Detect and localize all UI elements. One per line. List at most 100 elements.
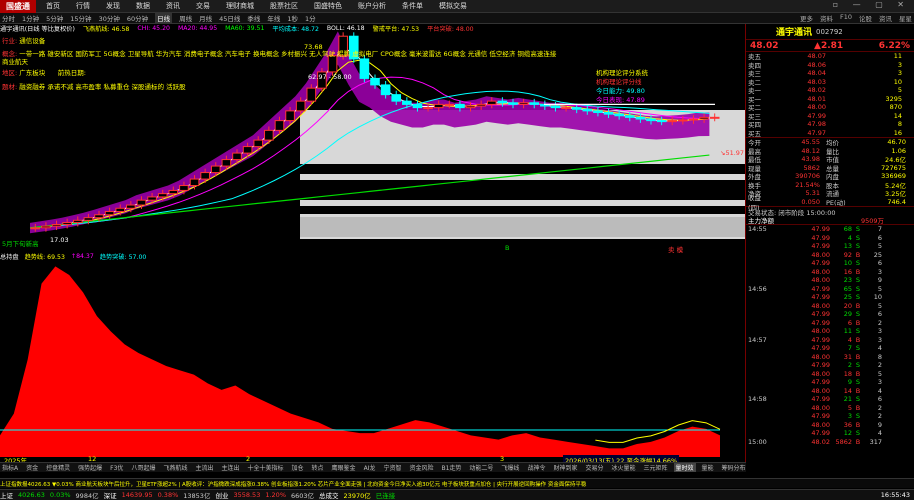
- orderbook-row: 卖三 48.04 3: [746, 69, 914, 78]
- tab-2[interactable]: 控盘精灵: [44, 463, 72, 472]
- menu-9[interactable]: 账户分析: [358, 1, 386, 11]
- orderbook-price: 48.06: [807, 60, 826, 69]
- menu-7[interactable]: 股票社区: [270, 1, 298, 11]
- right-tag: ↘51.97: [720, 149, 745, 157]
- period-9[interactable]: 45日线: [219, 13, 240, 23]
- tab-6[interactable]: 飞燕航线: [161, 463, 189, 472]
- menu-11[interactable]: 模拟交易: [439, 1, 467, 11]
- tab-25[interactable]: 量能: [700, 463, 716, 472]
- right-btn-5[interactable]: 星星: [899, 13, 912, 23]
- tab-16[interactable]: B1走势: [439, 463, 463, 472]
- period-7[interactable]: 周线: [179, 13, 192, 23]
- ma-item-3: MA20: 44.95: [177, 25, 218, 32]
- period-2[interactable]: 5分钟: [46, 13, 63, 23]
- region-label: 地区:: [2, 69, 18, 77]
- tick-list[interactable]: 14:55 47.99 68 S 7 47.99 4 S 6 47.99 13 S 5 48.00 92 B 2…: [746, 224, 914, 446]
- tick-price: 48.02: [811, 437, 830, 446]
- tab-23[interactable]: 三元矩阵: [642, 463, 670, 472]
- chart-area[interactable]: 通宇通讯(日线 等比复权价) 飞燕航线: 46.58 CHI: 45.20 MA20:…: [0, 24, 766, 465]
- tab-13[interactable]: AI龙: [362, 463, 378, 472]
- tab-10[interactable]: 加仓: [290, 463, 306, 472]
- right-btn-2[interactable]: F10: [840, 13, 852, 23]
- theme-note: 题材: 融资融券 承诺不减 高市盈率 私募重仓 深股通标的 活跃股: [2, 81, 186, 91]
- tick-volume: 4: [847, 335, 852, 344]
- indicator-chart[interactable]: [0, 252, 746, 462]
- index-name-6[interactable]: 总成交: [319, 490, 339, 500]
- period-3[interactable]: 15分钟: [70, 13, 91, 23]
- tick-row: 15:00 48.02 5862 B 317: [746, 438, 914, 447]
- tick-row: 48.00 18 B 5: [746, 370, 914, 379]
- right-btn-4[interactable]: 资讯: [879, 13, 892, 23]
- period-1[interactable]: 1分钟: [22, 13, 39, 23]
- index-name-2[interactable]: 深证: [104, 490, 117, 500]
- tab-12[interactable]: 鹰眼鉴金: [330, 463, 358, 472]
- candle-body-15: [189, 178, 200, 187]
- tick-row: 48.00 92 B 25: [746, 251, 914, 260]
- candle-body-22: [264, 129, 274, 141]
- period-13[interactable]: 1分: [305, 13, 316, 23]
- tick-side: B: [855, 267, 861, 276]
- tick-side: S: [855, 293, 861, 302]
- menu-3[interactable]: 数据: [136, 1, 150, 11]
- tab-18[interactable]: 飞爆线: [499, 463, 521, 472]
- tab-1[interactable]: 资金: [24, 463, 40, 472]
- tab-24[interactable]: 量时效: [673, 463, 696, 472]
- app-logo[interactable]: 国盛通: [0, 0, 36, 13]
- tab-11[interactable]: 转点: [310, 463, 326, 472]
- tab-3[interactable]: 强势起爆: [76, 463, 104, 472]
- tick-volume: 10: [843, 259, 852, 268]
- stock-name[interactable]: 通宇通讯: [776, 25, 812, 38]
- period-11[interactable]: 年线: [267, 13, 280, 23]
- tab-7[interactable]: 主流出: [193, 463, 215, 472]
- menu-5[interactable]: 交易: [196, 1, 210, 11]
- menu-2[interactable]: 发现: [106, 1, 120, 11]
- tab-14[interactable]: 宁资智: [381, 463, 403, 472]
- tab-4[interactable]: F3优: [108, 463, 125, 472]
- tab-19[interactable]: 战神令: [525, 463, 547, 472]
- low-label: 17.03: [50, 236, 69, 244]
- period-10[interactable]: 季线: [247, 13, 260, 23]
- tab-26[interactable]: 筹码分布: [720, 463, 746, 472]
- menu-6[interactable]: 理财商城: [226, 1, 254, 11]
- tick-price: 47.99: [811, 335, 830, 344]
- ma-item-0: 通宇通讯(日线 等比复权价): [0, 26, 75, 33]
- period-4[interactable]: 30分钟: [99, 13, 120, 23]
- candle-body-20: [242, 146, 253, 154]
- candle-body-7: [104, 211, 115, 216]
- right-btn-0[interactable]: 更多: [800, 13, 813, 23]
- tick-count: 7: [877, 225, 882, 234]
- index-name-4[interactable]: 创业: [215, 490, 228, 500]
- tab-17[interactable]: 动能二号: [467, 463, 495, 472]
- tab-21[interactable]: 交易分: [583, 463, 605, 472]
- tab-0[interactable]: 指标A: [0, 463, 20, 472]
- tab-15[interactable]: 资金风险: [407, 463, 435, 472]
- tick-row: 48.00 23 S 9: [746, 276, 914, 285]
- menu-10[interactable]: 条件单: [402, 1, 423, 11]
- tab-20[interactable]: 财神到家: [551, 463, 579, 472]
- news-ticker[interactable]: 上证指数报4026.63 ▼0.03% 商业航天板块午后拉升，卫星ETF涨超2%…: [0, 478, 914, 488]
- menu-1[interactable]: 行情: [76, 1, 90, 11]
- menu-0[interactable]: 首页: [46, 1, 60, 11]
- tab-8[interactable]: 主连出: [219, 463, 241, 472]
- menu-8[interactable]: 国盛特色: [314, 1, 342, 11]
- period-0[interactable]: 分时: [2, 13, 15, 23]
- tick-price: 48.00: [811, 250, 830, 259]
- period-8[interactable]: 月线: [199, 13, 212, 23]
- period-6[interactable]: 日线: [155, 13, 173, 23]
- candle-body-58: [646, 118, 656, 122]
- tab-5[interactable]: 八哥起爆: [129, 463, 157, 472]
- tick-time: 14:56: [748, 284, 767, 293]
- right-btn-1[interactable]: 资料: [820, 13, 833, 23]
- tab-22[interactable]: 冰火量能: [609, 463, 637, 472]
- index-name-0[interactable]: 上证: [0, 490, 13, 500]
- right-btn-3[interactable]: 论股: [859, 13, 872, 23]
- menu-4[interactable]: 资讯: [166, 1, 180, 11]
- period-12[interactable]: 1秒: [287, 13, 298, 23]
- tab-9[interactable]: 十全十美指标: [246, 463, 286, 472]
- stat-label: PE(动): [826, 198, 846, 207]
- menu-bar: 国盛通 首页 行情 发现 数据 资讯 交易 理财商城 股票社区 国盛特色 账户分析 条件单 模拟交易 …: [0, 0, 914, 13]
- tick-row: 14:56 47.99 65 S 5: [746, 285, 914, 294]
- window-controls[interactable]: ▫ — ▢ ✕: [833, 0, 910, 9]
- ma-item-8: 平台突破: 48.00: [427, 26, 474, 33]
- period-5[interactable]: 60分钟: [127, 13, 148, 23]
